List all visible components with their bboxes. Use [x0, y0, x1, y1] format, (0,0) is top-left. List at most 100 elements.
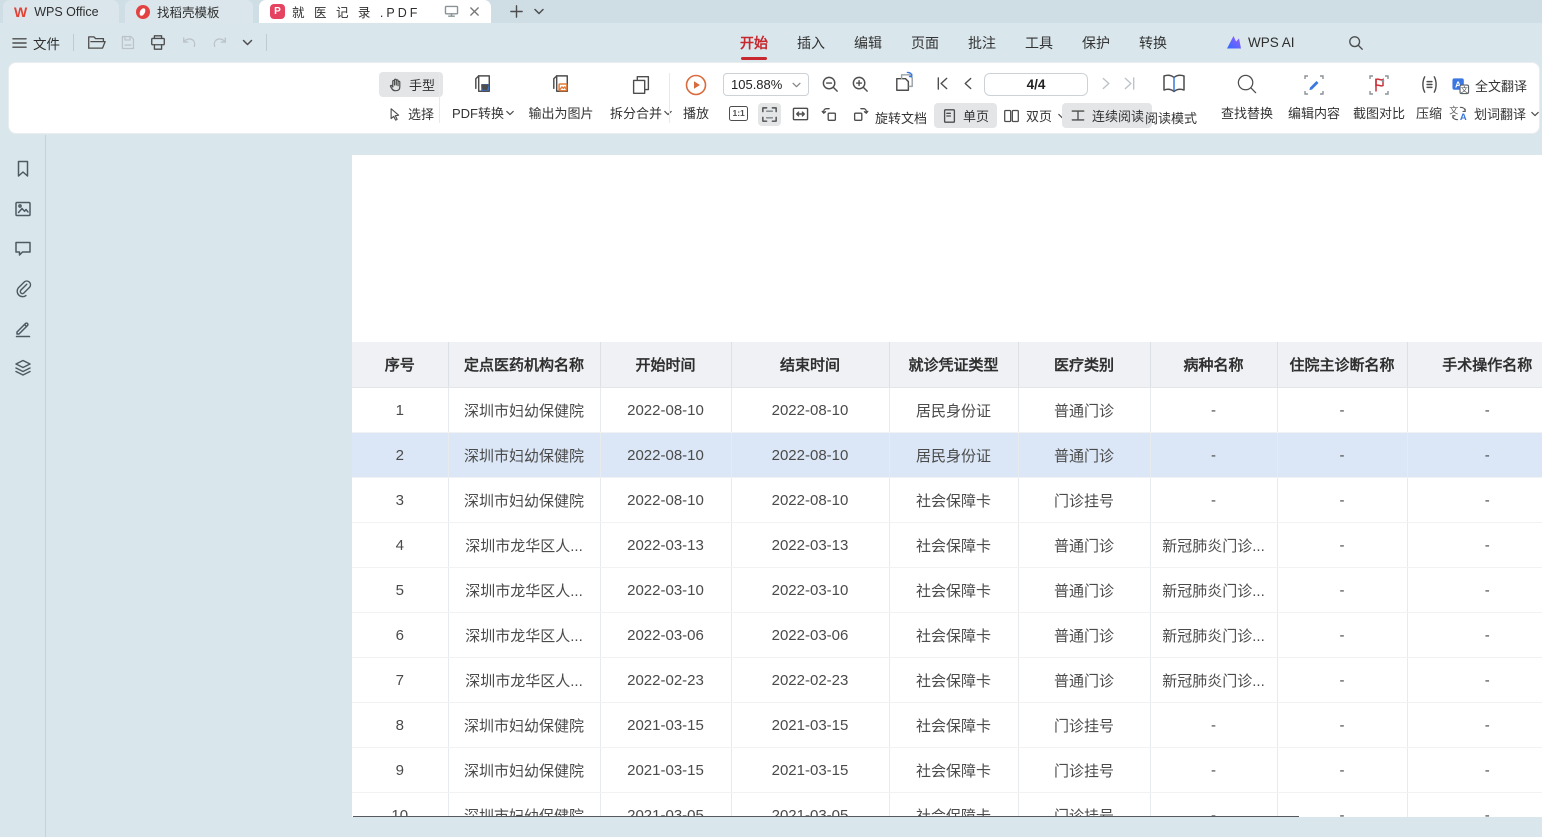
table-row: 9深圳市妇幼保健院2021-03-152021-03-15社会保障卡门诊挂号--… [352, 748, 1542, 793]
table-row: 4深圳市龙华区人...2022-03-132022-03-13社会保障卡普通门诊… [352, 523, 1542, 568]
menu-search-button[interactable] [1348, 35, 1364, 51]
ribbon-toolbar: 手型 选择 W PDF转换 输出为图片 拆分合并 播放 [8, 62, 1540, 134]
table-cell: 2022-03-10 [600, 568, 731, 613]
bookmark-icon[interactable] [13, 159, 33, 179]
table-cell: 2022-02-23 [600, 658, 731, 703]
fit-width-button[interactable] [791, 106, 810, 122]
table-cell: 普通门诊 [1018, 433, 1150, 478]
page-number-input[interactable]: 4/4 [984, 73, 1088, 96]
undo-icon[interactable] [180, 35, 198, 50]
table-cell: 深圳市龙华区人... [448, 658, 600, 703]
file-menu-label: 文件 [33, 33, 60, 53]
read-mode-label[interactable]: 阅读模式 [1145, 108, 1197, 127]
rotate-right-button[interactable] [851, 106, 869, 123]
actual-size-button[interactable]: 1:1 [729, 106, 748, 121]
menu-protect[interactable]: 保护 [1082, 33, 1110, 53]
table-cell: 社会保障卡 [889, 658, 1018, 703]
play-button[interactable]: 播放 [673, 71, 719, 122]
next-page-button[interactable] [1101, 76, 1112, 91]
table-cell: - [1407, 388, 1542, 433]
full-text-translate-button[interactable]: A文 全文翻译 [1451, 76, 1527, 95]
zoom-level-select[interactable]: 105.88% [723, 73, 809, 96]
table-cell: - [1277, 568, 1407, 613]
quick-access-bar: 文件 开始 插入 编辑 页面 批注 工具 保护 转换 WPS AI [0, 23, 1542, 62]
menu-insert[interactable]: 插入 [797, 33, 825, 53]
file-menu-button[interactable]: 文件 [12, 33, 60, 53]
table-cell: - [1407, 433, 1542, 478]
table-cell: 9 [352, 748, 448, 793]
more-commands-chevron-icon[interactable] [242, 39, 253, 46]
edit-content-button[interactable]: 编辑内容 [1281, 71, 1347, 122]
layers-icon[interactable] [13, 358, 33, 378]
screenshot-compare-button[interactable]: 截图对比 [1347, 71, 1411, 122]
table-header-cell: 医疗类别 [1018, 342, 1150, 388]
tab-docer[interactable]: 找稻壳模板 [125, 0, 253, 23]
thumbnails-icon[interactable] [13, 199, 33, 219]
table-cell: 居民身份证 [889, 388, 1018, 433]
svg-text:A: A [1460, 112, 1467, 123]
table-cell: 4 [352, 523, 448, 568]
previous-page-button[interactable] [962, 76, 973, 91]
table-cell: 2021-03-15 [731, 748, 889, 793]
table-cell: 深圳市龙华区人... [448, 523, 600, 568]
table-cell: - [1277, 523, 1407, 568]
table-cell: 深圳市妇幼保健院 [448, 388, 600, 433]
rotate-document-icon[interactable] [891, 70, 918, 97]
tab-wps-office[interactable]: W WPS Office [3, 0, 119, 23]
svg-text:文: 文 [1449, 105, 1458, 116]
table-cell: 2022-08-10 [600, 478, 731, 523]
pdf-convert-button[interactable]: W PDF转换 [445, 71, 521, 122]
table-header-cell: 序号 [352, 342, 448, 388]
last-page-button[interactable] [1123, 76, 1136, 91]
table-cell: - [1150, 388, 1277, 433]
continuous-reading-button[interactable]: 连续阅读 [1062, 103, 1152, 128]
menu-convert[interactable]: 转换 [1139, 33, 1167, 53]
menu-page[interactable]: 页面 [911, 33, 939, 53]
rotate-document-label[interactable]: 旋转文档 [875, 108, 927, 127]
svg-text:W: W [481, 85, 487, 92]
word-translate-button[interactable]: 文A 划词翻译 [1449, 104, 1539, 123]
save-icon[interactable] [119, 34, 136, 51]
table-cell: 8 [352, 703, 448, 748]
tab-label: 就 医 记 录 .PDF [292, 2, 420, 21]
menu-tools[interactable]: 工具 [1025, 33, 1053, 53]
menu-comment[interactable]: 批注 [968, 33, 996, 53]
find-replace-button[interactable]: 查找替换 [1214, 71, 1280, 122]
redo-icon[interactable] [211, 35, 229, 50]
chevron-down-icon [506, 110, 514, 116]
compress-button[interactable]: 压缩 [1407, 71, 1451, 122]
table-row: 10深圳市妇幼保健院2021-03-052021-03-05社会保障卡门诊挂号-… [352, 793, 1542, 818]
select-tool-button[interactable]: 选择 [379, 101, 443, 126]
table-bottom-border [353, 816, 1299, 817]
comment-icon[interactable] [13, 239, 33, 258]
table-cell: - [1277, 703, 1407, 748]
zoom-out-button[interactable] [821, 75, 840, 94]
export-image-button[interactable]: 输出为图片 [521, 71, 601, 122]
divider [266, 34, 267, 51]
close-tab-icon[interactable] [469, 6, 480, 17]
read-mode-icon[interactable] [1161, 71, 1187, 96]
table-cell: 2022-03-13 [731, 523, 889, 568]
tab-document-active[interactable]: P 就 医 记 录 .PDF [259, 0, 491, 23]
table-cell: 普通门诊 [1018, 658, 1150, 703]
open-folder-icon[interactable] [87, 34, 106, 51]
print-icon[interactable] [149, 34, 167, 51]
first-page-button[interactable] [936, 76, 949, 91]
table-cell: - [1150, 703, 1277, 748]
table-header-cell: 病种名称 [1150, 342, 1277, 388]
tab-list-chevron-icon[interactable] [534, 0, 544, 23]
table-header-cell: 住院主诊断名称 [1277, 342, 1407, 388]
signature-icon[interactable] [13, 318, 33, 338]
menu-home[interactable]: 开始 [740, 33, 768, 53]
table-cell: 2022-08-10 [600, 388, 731, 433]
new-tab-button[interactable] [509, 0, 524, 23]
attachment-icon[interactable] [13, 278, 32, 298]
zoom-in-button[interactable] [851, 75, 870, 94]
fit-page-button[interactable] [758, 103, 781, 126]
hand-tool-button[interactable]: 手型 [379, 72, 443, 97]
menu-wps-ai[interactable]: WPS AI [1226, 35, 1295, 50]
rotate-left-button[interactable] [821, 106, 839, 123]
menu-edit[interactable]: 编辑 [854, 33, 882, 53]
single-page-button[interactable]: 单页 [934, 103, 997, 128]
pdf-page: 序号定点医药机构名称开始时间结束时间就诊凭证类型医疗类别病种名称住院主诊断名称手… [352, 155, 1542, 817]
